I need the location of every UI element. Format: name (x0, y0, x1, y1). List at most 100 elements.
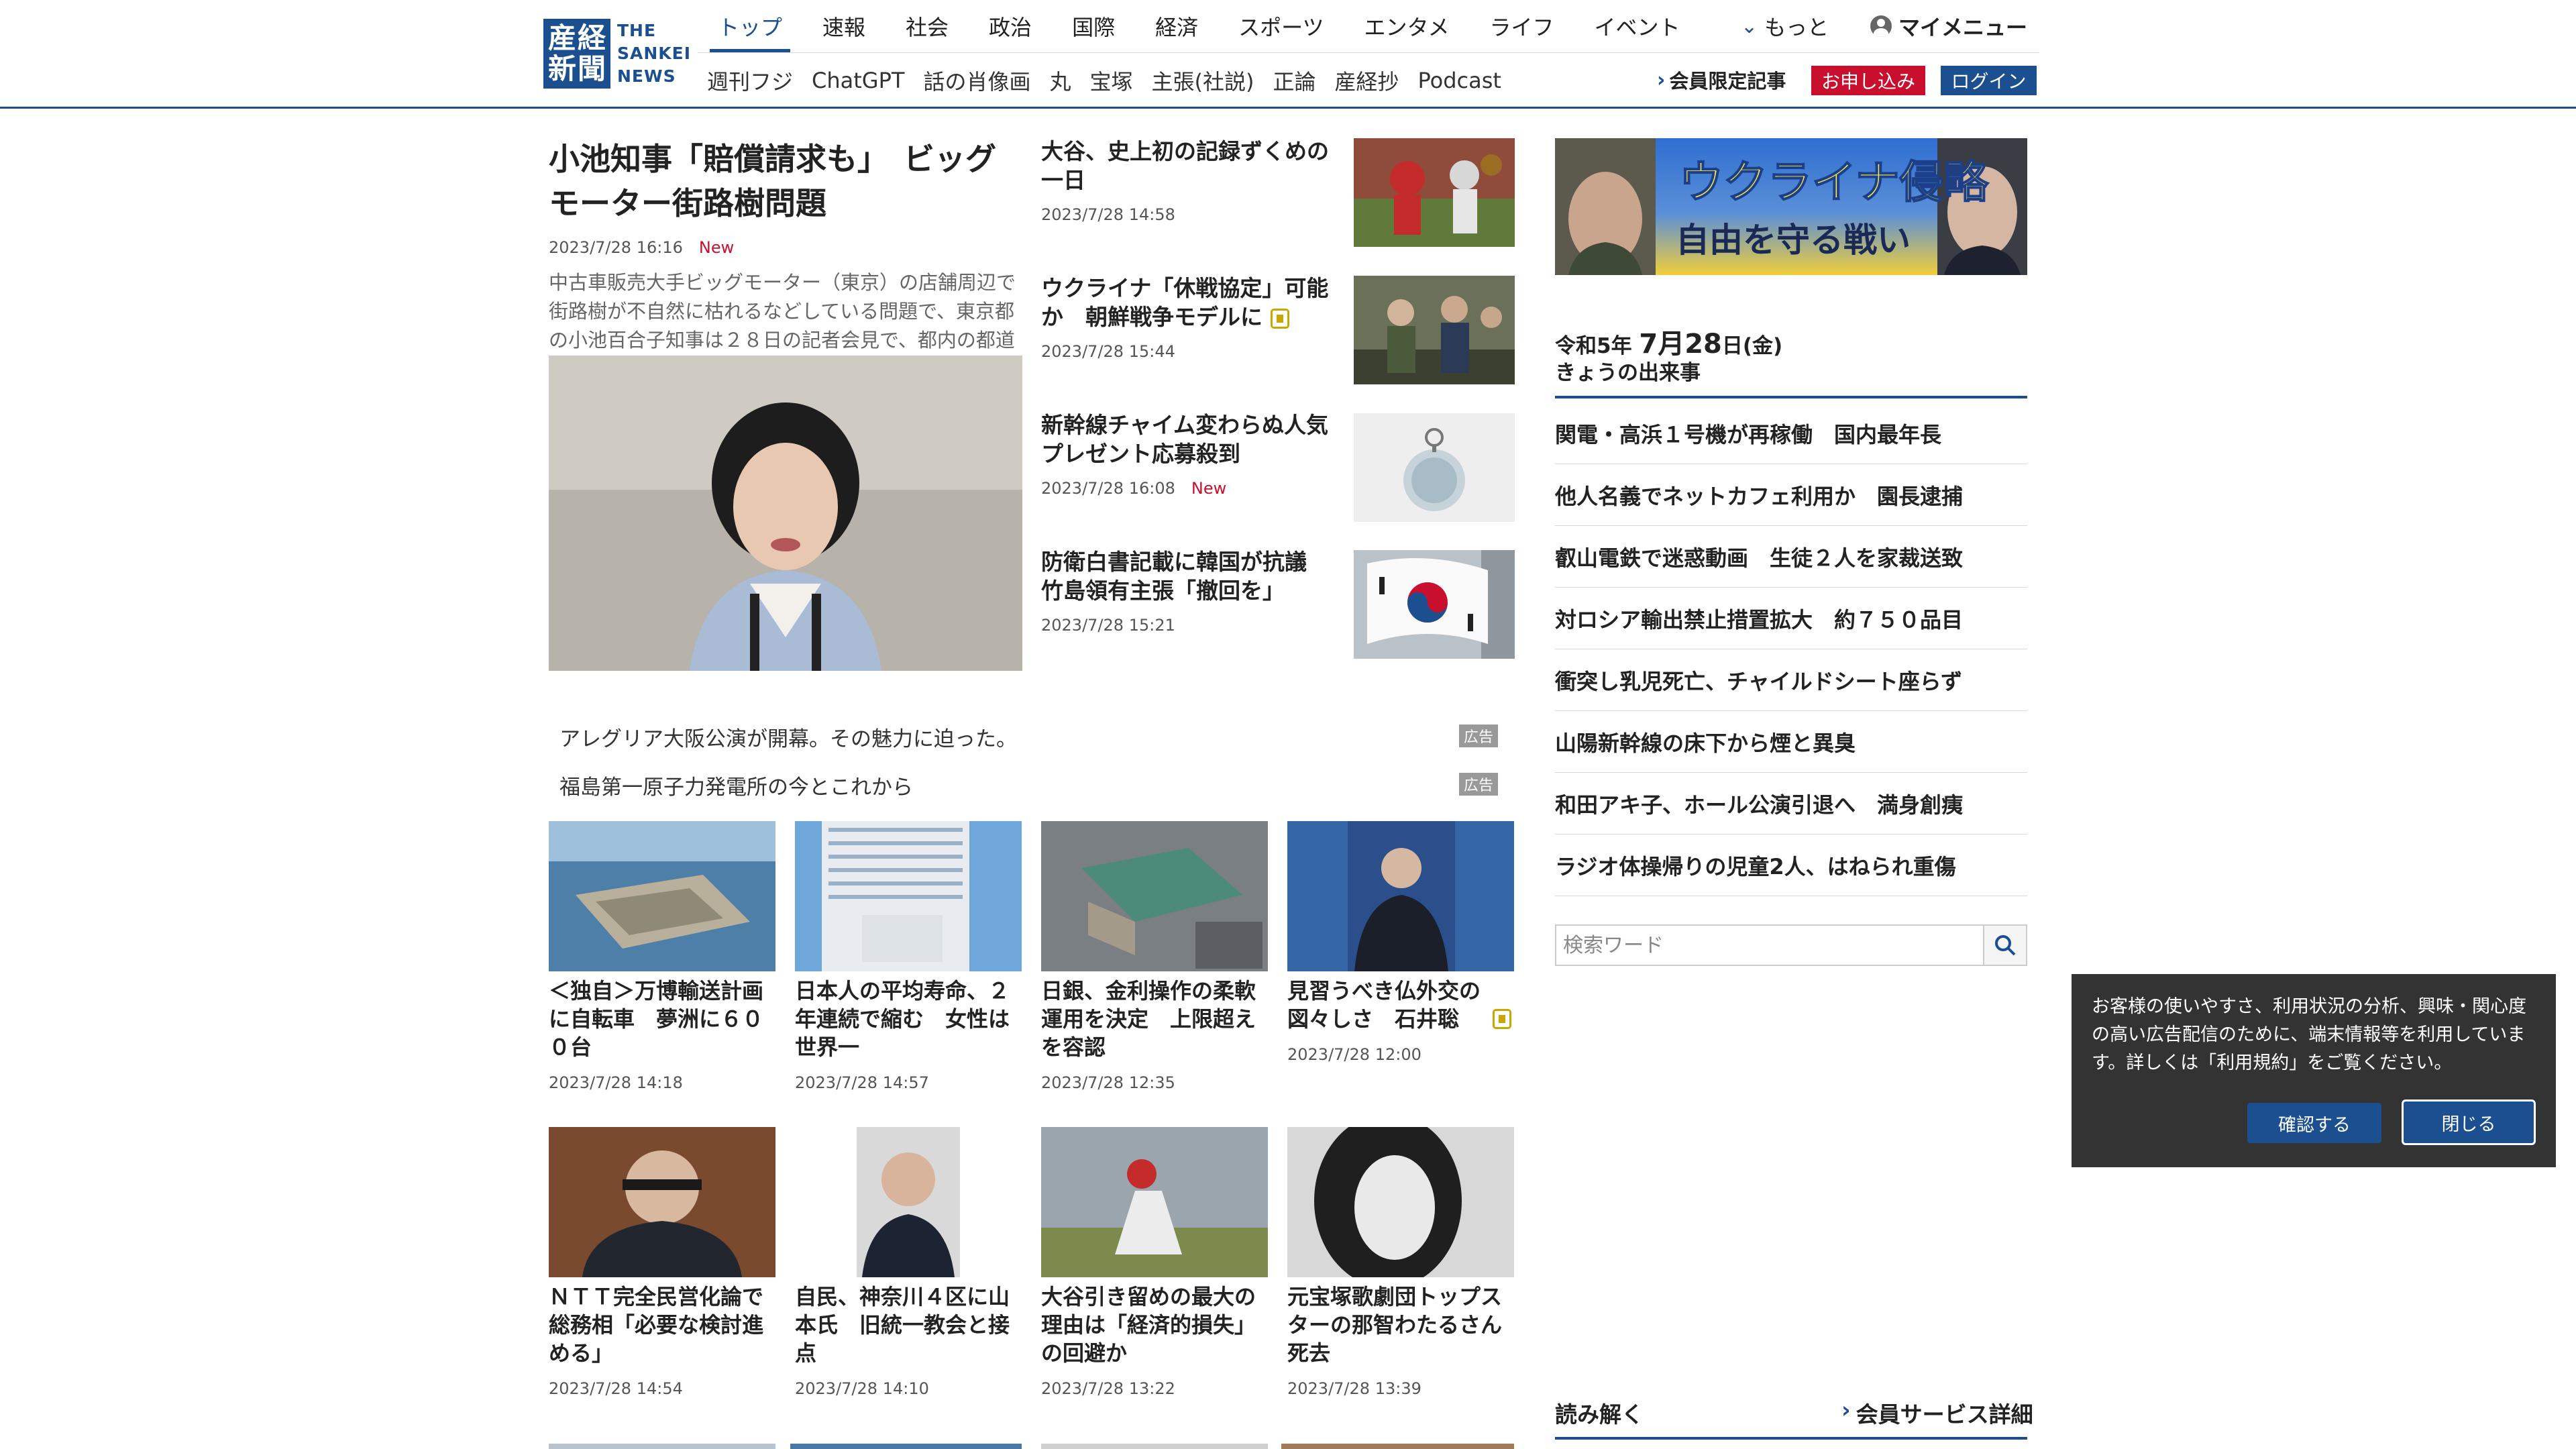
subnav-item[interactable]: 丸 (1040, 65, 1080, 96)
nav-tab-top[interactable]: トップ (698, 0, 802, 52)
today-event-link[interactable]: 衝突し乳児死亡、チャイルドシート座らず (1555, 649, 2027, 711)
side-article-title[interactable]: 大谷、史上初の記録ずくめの一日 (1041, 137, 1346, 195)
nav-tab-society[interactable]: 社会 (885, 0, 969, 52)
card-title[interactable]: ＜独自＞万博輸送計画に自転車 夢洲に６００台 (549, 977, 777, 1061)
ad-link[interactable]: 福島第一原子力発電所の今とこれから (559, 770, 913, 800)
card-photo[interactable] (790, 1444, 1022, 1449)
nav-tab-politics[interactable]: 政治 (969, 0, 1052, 52)
side-article-photo[interactable] (1354, 138, 1515, 247)
subnav-item[interactable]: 主張(社説) (1142, 65, 1263, 96)
article-date: 2023/7/28 13:22 (1041, 1379, 1175, 1398)
lead-article-title[interactable]: 小池知事「賠償請求も」 ビッグモーター街路樹問題 (549, 137, 1018, 225)
member-service-label: 会員サービス詳細 (1856, 1401, 2033, 1428)
yomitoku-heading: 読み解く (1555, 1401, 1644, 1428)
card-title[interactable]: 自民、神奈川４区に山本氏 旧統一教会と接点 (795, 1283, 1023, 1367)
card-photo[interactable] (1287, 1127, 1514, 1277)
subnav-item[interactable]: 産経抄 (1325, 65, 1408, 96)
card-photo[interactable] (795, 1127, 1022, 1277)
card-title-text: 見習うべき仏外交の図々しさ 石井聡 (1287, 978, 1481, 1032)
ad-link[interactable]: アレグリア大阪公演が開幕。その魅力に迫った。 (559, 722, 1017, 752)
today-event-link[interactable]: 叡山電鉄で迷惑動画 生徒２人を家裁送致 (1555, 526, 2027, 588)
subnav-item[interactable]: Podcast (1409, 68, 1511, 93)
logo-word: THE (617, 21, 657, 40)
article-date: 2023/7/28 13:39 (1287, 1379, 1421, 1398)
nav-tab-life[interactable]: ライフ (1470, 0, 1574, 52)
today-event-link[interactable]: 和田アキ子、ホール公演引退へ 満身創痍 (1555, 773, 2027, 835)
search-button[interactable] (1983, 924, 2027, 966)
logo-word: NEWS (617, 66, 676, 86)
my-menu-button[interactable]: マイメニュー (1870, 0, 2027, 52)
today-event-link[interactable]: 他人名義でネットカフェ利用か 園長逮捕 (1555, 464, 2027, 526)
card-title[interactable]: 見習うべき仏外交の図々しさ 石井聡 (1287, 977, 1515, 1033)
site-header: 産 経 新 聞 THE SANKEI NEWS トップ 速報 社会 政治 国際 … (0, 0, 2576, 109)
subnav-item[interactable]: 宝塚 (1080, 65, 1142, 96)
cookie-confirm-button[interactable]: 確認する (2247, 1103, 2381, 1143)
subnav-item[interactable]: 週刊フジ (698, 65, 802, 96)
section-rule (1555, 1437, 2027, 1440)
member-service-link[interactable]: › 会員サービス詳細 (1841, 1397, 2033, 1429)
card-photo[interactable] (1287, 821, 1514, 971)
side-article-title[interactable]: 新幹線チャイム変わらぬ人気 プレゼント応募殺到 (1041, 411, 1350, 468)
nav-tab-sports[interactable]: スポーツ (1218, 0, 1344, 52)
today-event-link[interactable]: ラジオ体操帰りの児童2人、はねられ重傷 (1555, 835, 2027, 896)
card-title[interactable]: 日銀、金利操作の柔軟運用を決定 上限超えを容認 (1041, 977, 1269, 1061)
new-badge: New (698, 238, 735, 257)
card-photo[interactable] (1041, 1444, 1268, 1449)
card-photo[interactable] (795, 821, 1022, 971)
new-badge: New (1191, 479, 1227, 498)
search-input[interactable] (1555, 924, 1984, 966)
article-date: 2023/7/28 15:44 (1041, 342, 1175, 361)
nav-tab-economy[interactable]: 経済 (1135, 0, 1218, 52)
subnav-item[interactable]: 正論 (1263, 65, 1325, 96)
article-date: 2023/7/28 14:57 (795, 1073, 929, 1092)
member-articles-label: 会員限定記事 (1669, 70, 1786, 93)
lead-article-photo[interactable] (549, 356, 1022, 671)
card-title[interactable]: 大谷引き留めの最大の理由は「経済的損失」の回避か (1041, 1283, 1269, 1367)
cookie-close-button[interactable]: 閉じる (2402, 1099, 2536, 1145)
side-article-photo[interactable] (1354, 413, 1515, 522)
nav-tab-entertainment[interactable]: エンタメ (1344, 0, 1469, 52)
article-date: 2023/7/28 16:08 (1041, 479, 1175, 498)
side-article-photo[interactable] (1354, 550, 1515, 659)
article-date: 2023/7/28 15:21 (1041, 616, 1175, 635)
card-photo[interactable] (549, 1444, 775, 1449)
nav-tab-events[interactable]: イベント (1574, 0, 1701, 52)
card-title[interactable]: ＮＴＴ完全民営化論で総務相「必要な検討進める」 (549, 1283, 777, 1367)
logo-kanji: 経 (577, 21, 606, 54)
card-title[interactable]: 元宝塚歌劇団トップスターの那智わたるさん死去 (1287, 1283, 1515, 1367)
side-article-title[interactable]: ウクライナ「休戦協定」可能か 朝鮮戦争モデルに (1041, 274, 1346, 331)
logo-word: SANKEI (617, 44, 692, 63)
side-article-title[interactable]: 防衛白書記載に韓国が抗議 竹島領有主張「撤回を」 (1041, 547, 1346, 605)
today-event-link[interactable]: 対ロシア輸出禁止措置拡大 約７５０品目 (1555, 588, 2027, 649)
more-menu-button[interactable]: ⌄ もっと (1741, 0, 1829, 52)
subnav-item[interactable]: 話の肖像画 (914, 65, 1040, 96)
nav-tab-breaking[interactable]: 速報 (802, 0, 885, 52)
card-photo[interactable] (1281, 1444, 1514, 1449)
more-label: もっと (1764, 15, 1829, 40)
today-event-link[interactable]: 山陽新幹線の床下から煙と異臭 (1555, 711, 2027, 773)
lead-article-summary: 中古車販売大手ビッグモーター（東京）の店舗周辺で街路樹が不自然に枯れるなどしてい… (549, 271, 1016, 352)
lock-icon (1271, 308, 1289, 329)
sankei-logo[interactable]: 産 経 新 聞 THE SANKEI NEWS (543, 19, 691, 89)
login-button[interactable]: ログイン (1941, 66, 2037, 95)
date-suffix: 日(金) (1721, 334, 1783, 358)
card-title[interactable]: 日本人の平均寿命、２年連続で縮む 女性は世界一 (795, 977, 1023, 1061)
card-photo[interactable] (549, 821, 775, 971)
ukraine-banner[interactable]: ウクライナ侵略 自由を守る戦い (1555, 138, 2027, 275)
card-photo[interactable] (1041, 1127, 1268, 1277)
chevron-down-icon: ⌄ (1741, 14, 1758, 38)
subnav-item[interactable]: ChatGPT (802, 68, 914, 93)
member-articles-link[interactable]: › 会員限定記事 (1657, 66, 1786, 94)
today-event-link[interactable]: 関電・高浜１号機が再稼働 国内最年長 (1555, 402, 2027, 464)
nav-tab-world[interactable]: 国際 (1052, 0, 1135, 52)
chevron-right-icon: › (1657, 68, 1666, 92)
card-photo[interactable] (1041, 821, 1268, 971)
logo-kanji: 聞 (577, 52, 606, 85)
today-events-heading: きょうの出来事 (1555, 361, 1701, 385)
apply-button[interactable]: お申し込み (1811, 66, 1925, 95)
side-article-photo[interactable] (1354, 276, 1515, 384)
card-photo[interactable] (549, 1127, 775, 1277)
article-date: 2023/7/28 14:58 (1041, 205, 1175, 224)
article-date: 2023/7/28 16:16 (549, 238, 683, 257)
article-date: 2023/7/28 14:54 (549, 1379, 683, 1398)
